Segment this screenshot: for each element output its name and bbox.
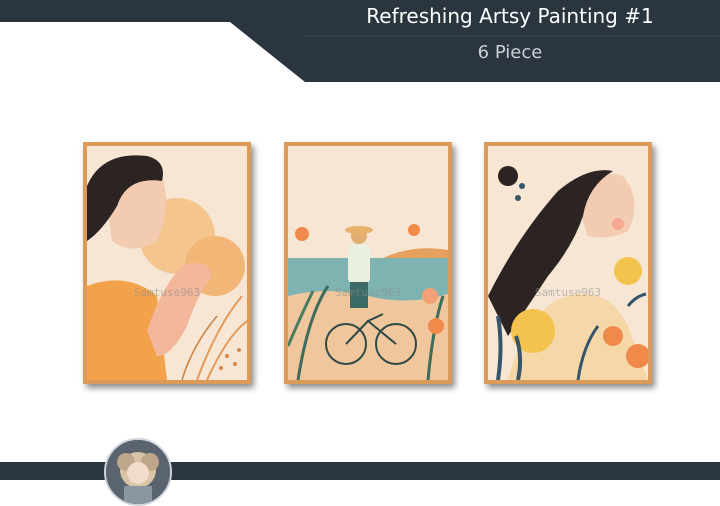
page-title: Refreshing Artsy Painting #1 xyxy=(366,4,654,28)
avatar[interactable] xyxy=(104,438,172,506)
painting-woman-flowers xyxy=(484,142,652,384)
header-banner: Refreshing Artsy Painting #1 6 Piece xyxy=(0,0,720,82)
watermark: Samtuse963 xyxy=(133,286,201,299)
page-subtitle: 6 Piece xyxy=(477,42,543,63)
watermark: Samtuse963 xyxy=(534,286,602,299)
painting-woman-flowers-art xyxy=(488,146,648,380)
watermark: Samtuse963 xyxy=(334,286,402,299)
painting-woman-hand xyxy=(83,142,251,384)
painting-cyclist-sea-art xyxy=(288,146,448,380)
painting-cyclist-sea xyxy=(284,142,452,384)
painting-woman-hand-art xyxy=(87,146,247,380)
avatar-doll-icon xyxy=(106,440,170,504)
